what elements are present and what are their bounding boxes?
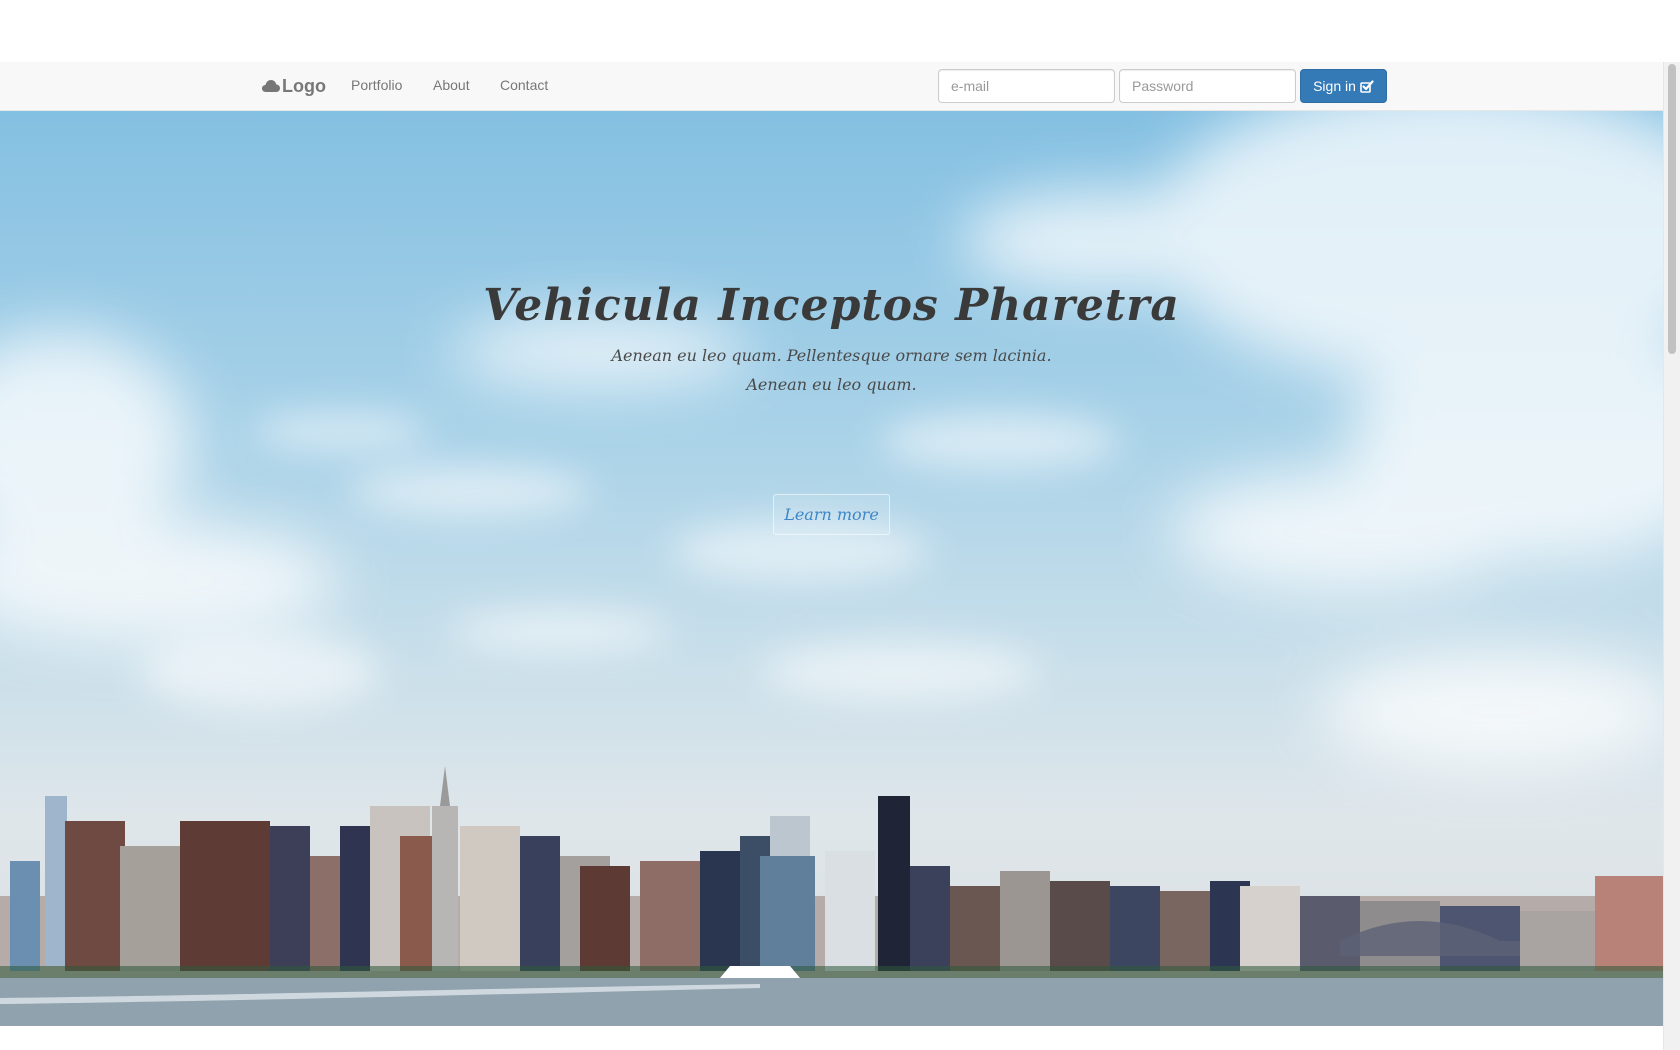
- nav-link-about[interactable]: About: [433, 77, 470, 93]
- scrollbar-thumb[interactable]: [1668, 64, 1676, 354]
- hero-subtitle-line-1: Aenean eu leo quam. Pellentesque ornare …: [611, 346, 1052, 365]
- page-scrollbar[interactable]: [1663, 62, 1680, 1050]
- hero-section: Vehicula Inceptos Pharetra Aenean eu leo…: [0, 111, 1663, 1026]
- sign-in-label: Sign in: [1313, 78, 1356, 94]
- hero-title: Vehicula Inceptos Pharetra: [483, 280, 1180, 332]
- brand-text: Logo: [282, 75, 326, 96]
- nav-link-contact[interactable]: Contact: [500, 77, 548, 93]
- sign-in-button[interactable]: Sign in: [1300, 69, 1387, 103]
- hero-subtitle: Aenean eu leo quam. Pellentesque ornare …: [0, 341, 1663, 399]
- learn-more-button[interactable]: Learn more: [773, 494, 890, 535]
- email-field[interactable]: [938, 69, 1115, 103]
- city-skyline-image: [0, 766, 1663, 1026]
- page: Logo Portfolio About Contact Sign in: [0, 0, 1680, 1050]
- hero-subtitle-line-2: Aenean eu leo quam.: [746, 375, 917, 394]
- cloud-icon: [262, 80, 280, 92]
- nav-link-portfolio[interactable]: Portfolio: [351, 77, 402, 93]
- password-field[interactable]: [1119, 69, 1296, 103]
- check-square-icon: [1360, 79, 1374, 93]
- brand-logo[interactable]: Logo: [261, 74, 326, 98]
- navbar: Logo Portfolio About Contact Sign in: [0, 62, 1663, 111]
